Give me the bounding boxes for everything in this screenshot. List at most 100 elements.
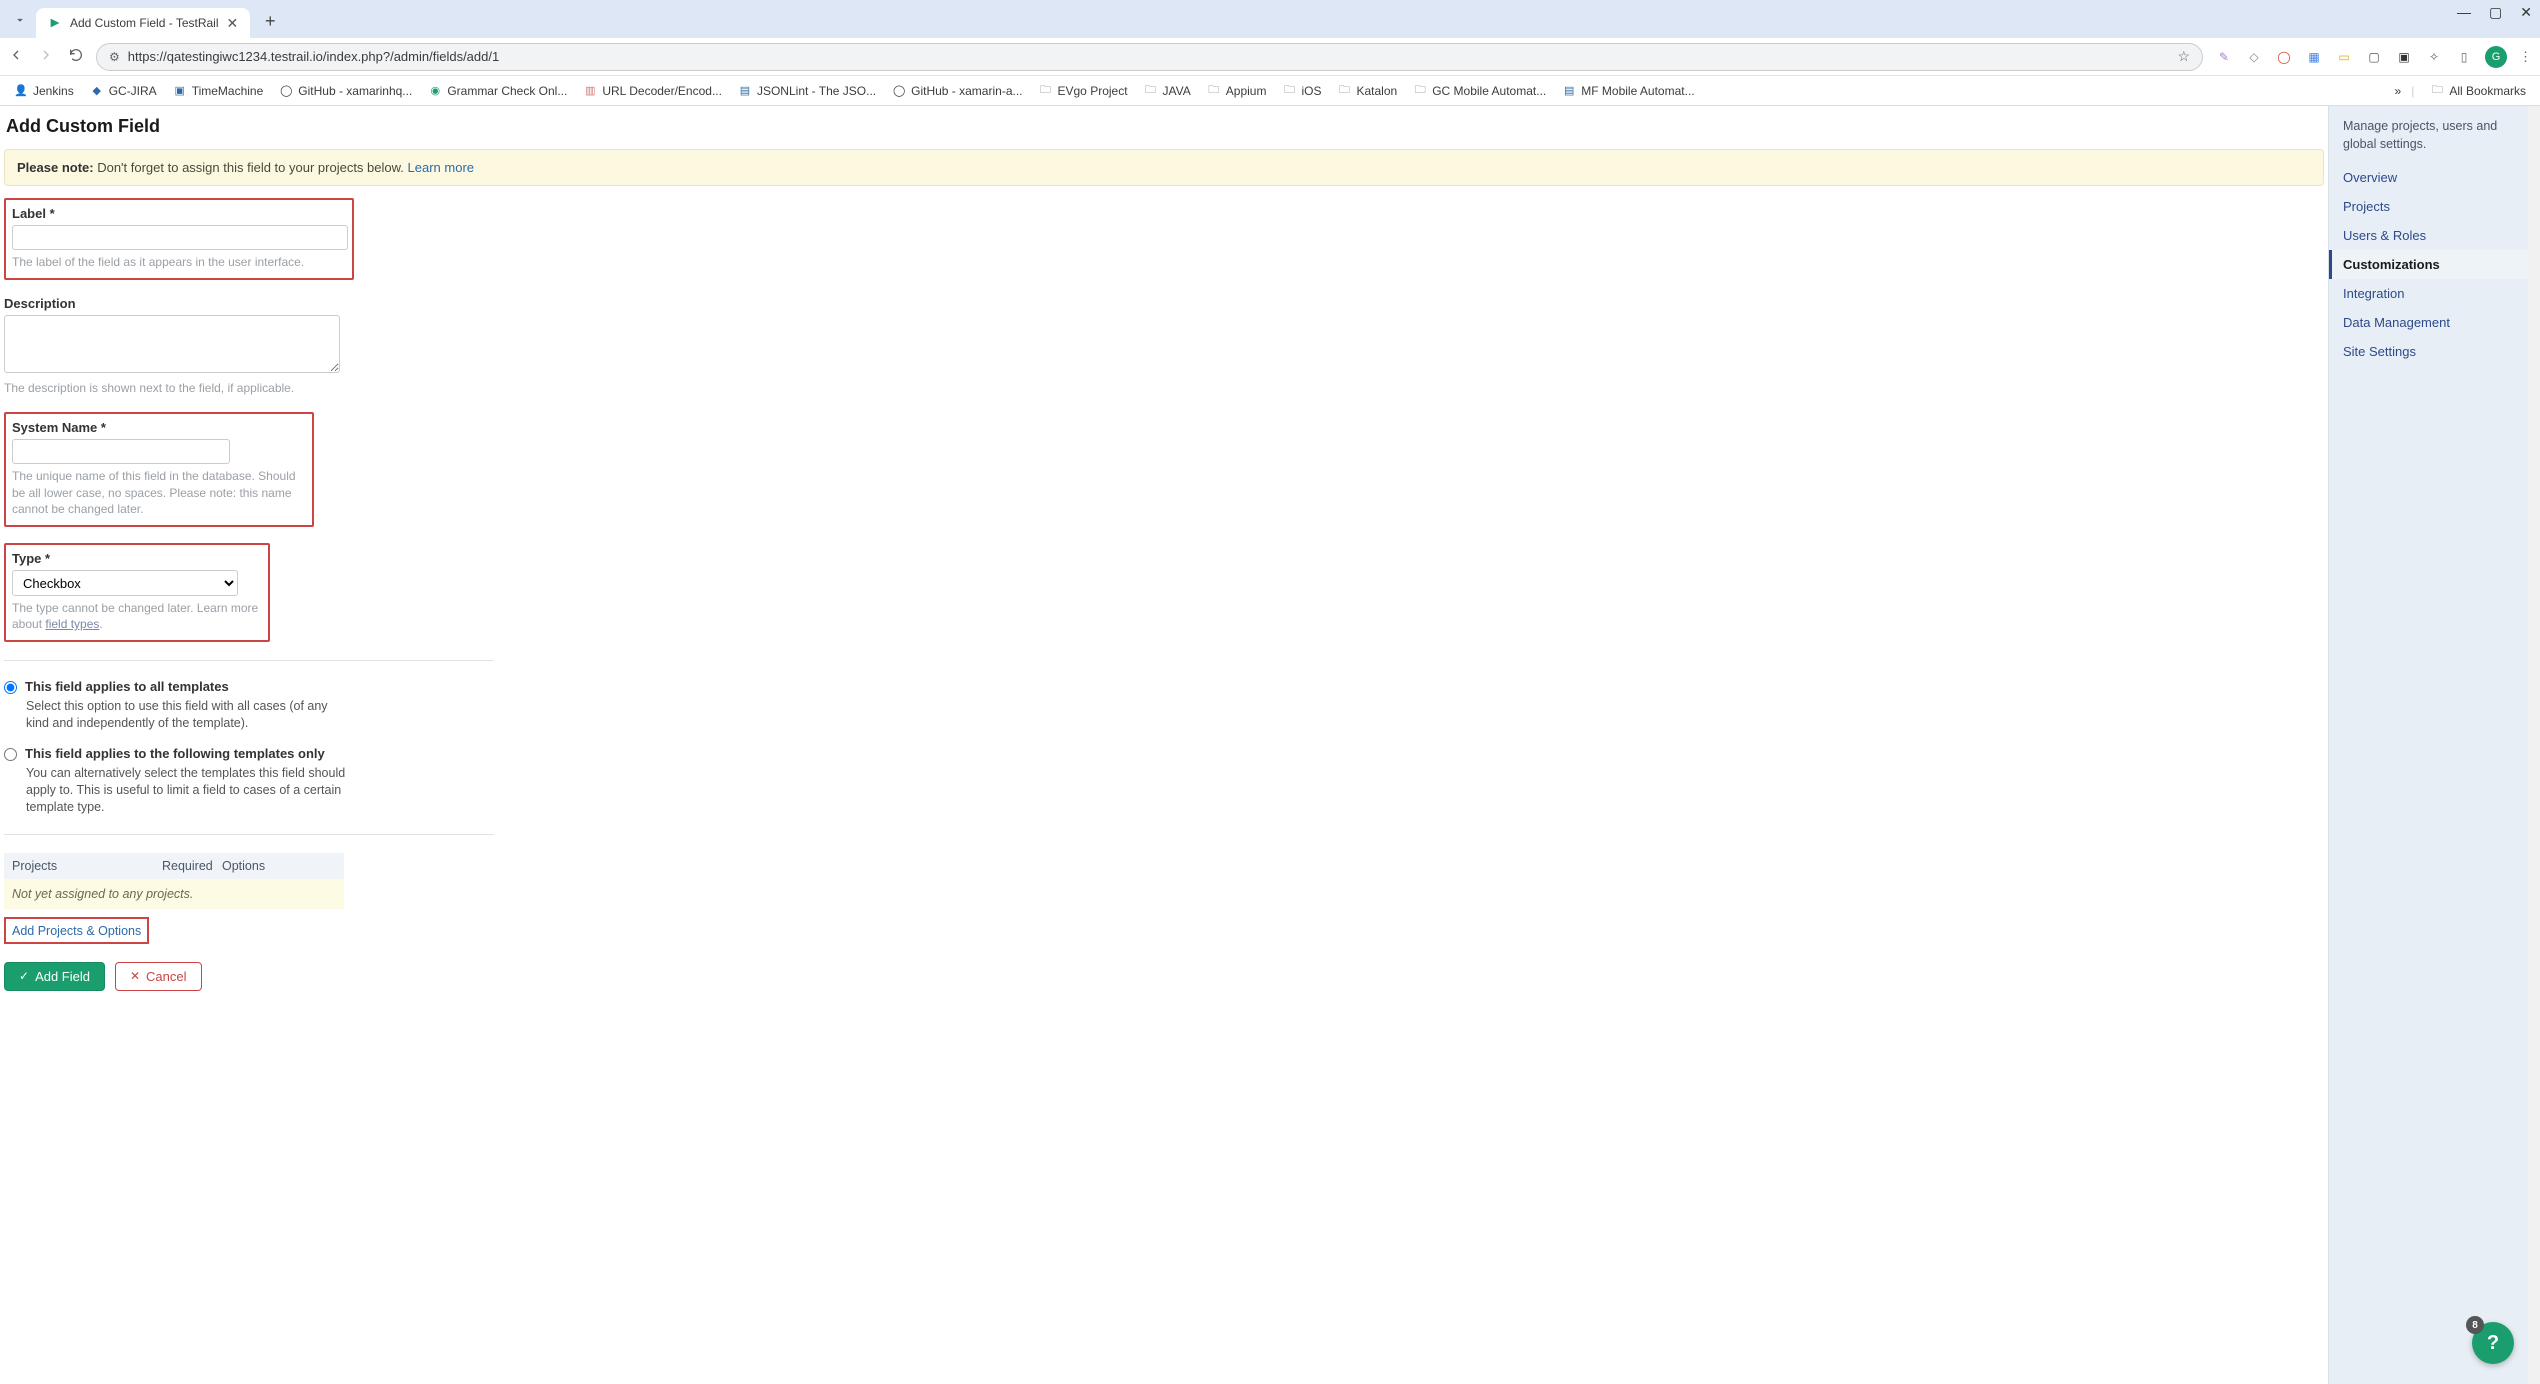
site-settings-icon[interactable]: ⚙ bbox=[109, 50, 120, 64]
all-bookmarks-button[interactable]: 🗀All Bookmarks bbox=[2424, 81, 2532, 101]
notice-text: Don't forget to assign this field to you… bbox=[94, 160, 408, 175]
radio-all-templates-desc: Select this option to use this field wit… bbox=[26, 698, 346, 732]
radio-selected-templates-label: This field applies to the following temp… bbox=[25, 746, 325, 761]
system-name-hint: The unique name of this field in the dat… bbox=[12, 468, 306, 517]
folder-icon: 🗀 bbox=[1282, 84, 1296, 98]
add-field-button[interactable]: ✓Add Field bbox=[4, 962, 105, 991]
folder-icon: 🗀 bbox=[2430, 84, 2444, 98]
bookmark-item[interactable]: 🗀JAVA bbox=[1138, 81, 1197, 101]
ext-icon[interactable]: ◇ bbox=[2245, 48, 2263, 66]
github-icon: ◯ bbox=[279, 84, 293, 98]
add-projects-highlight: Add Projects & Options bbox=[4, 917, 149, 944]
radio-all-templates-label: This field applies to all templates bbox=[25, 679, 229, 694]
col-options: Options bbox=[222, 859, 336, 873]
ext-icon[interactable]: ▦ bbox=[2305, 48, 2323, 66]
system-name-field-label: System Name * bbox=[12, 420, 306, 435]
bookmark-item[interactable]: ▥URL Decoder/Encod... bbox=[577, 81, 728, 101]
tab-title: Add Custom Field - TestRail bbox=[70, 16, 219, 30]
type-field-label: Type * bbox=[12, 551, 262, 566]
browser-tab[interactable]: Add Custom Field - TestRail ✕ bbox=[36, 8, 250, 38]
question-icon: ? bbox=[2487, 1332, 2499, 1355]
bookmark-item[interactable]: 👤Jenkins bbox=[8, 81, 80, 101]
bookmarks-bar: 👤Jenkins ◆GC-JIRA ▣TimeMachine ◯GitHub -… bbox=[0, 76, 2540, 106]
ext-icon[interactable]: ✎ bbox=[2215, 48, 2233, 66]
bookmark-item[interactable]: ◆GC-JIRA bbox=[84, 81, 163, 101]
description-field-label: Description bbox=[4, 296, 494, 311]
check-icon: ✓ bbox=[19, 969, 29, 983]
bookmark-item[interactable]: 🗀Katalon bbox=[1331, 81, 1403, 101]
chrome-menu-icon[interactable]: ⋮ bbox=[2519, 49, 2532, 65]
folder-icon: 🗀 bbox=[1039, 84, 1053, 98]
cancel-button[interactable]: ✕Cancel bbox=[115, 962, 202, 991]
window-close-icon[interactable]: ✕ bbox=[2520, 4, 2532, 21]
extensions-icon[interactable]: ✧ bbox=[2425, 48, 2443, 66]
nav-forward-icon[interactable] bbox=[38, 47, 54, 66]
side-panel-icon[interactable]: ▯ bbox=[2455, 48, 2473, 66]
bookmark-item[interactable]: ▤JSONLint - The JSO... bbox=[732, 81, 882, 101]
github-icon: ◯ bbox=[892, 84, 906, 98]
jira-icon: ◆ bbox=[90, 84, 104, 98]
ext-icon[interactable]: ▣ bbox=[2395, 48, 2413, 66]
bookmark-item[interactable]: 🗀Appium bbox=[1201, 81, 1273, 101]
projects-table: Projects Required Options Not yet assign… bbox=[4, 853, 344, 909]
bookmark-item[interactable]: 🗀iOS bbox=[1276, 81, 1327, 101]
folder-icon: 🗀 bbox=[1337, 84, 1351, 98]
radio-all-templates[interactable] bbox=[4, 681, 17, 694]
nav-reload-icon[interactable] bbox=[68, 47, 84, 66]
page-title: Add Custom Field bbox=[6, 116, 2324, 137]
bookmarks-overflow-icon[interactable]: » bbox=[2389, 84, 2408, 98]
label-field-label: Label * bbox=[12, 206, 346, 221]
field-types-link[interactable]: field types bbox=[45, 617, 99, 631]
main-content: Add Custom Field Please note: Don't forg… bbox=[0, 106, 2328, 1384]
testrail-favicon-icon bbox=[48, 16, 62, 30]
add-projects-options-link[interactable]: Add Projects & Options bbox=[12, 924, 141, 938]
url-text: https://qatestingiwc1234.testrail.io/ind… bbox=[128, 49, 2170, 64]
system-name-input[interactable] bbox=[12, 439, 230, 464]
window-maximize-icon[interactable]: ▢ bbox=[2489, 4, 2502, 21]
close-icon: ✕ bbox=[130, 969, 140, 983]
label-input[interactable] bbox=[12, 225, 348, 250]
folder-icon: 🗀 bbox=[1144, 84, 1158, 98]
projects-empty-row: Not yet assigned to any projects. bbox=[4, 879, 344, 909]
ext-icon[interactable]: ▢ bbox=[2365, 48, 2383, 66]
radio-selected-templates[interactable] bbox=[4, 748, 17, 761]
nav-back-icon[interactable] bbox=[8, 47, 24, 66]
help-fab-button[interactable]: ? 8 bbox=[2472, 1322, 2514, 1364]
description-input[interactable] bbox=[4, 315, 340, 373]
type-select[interactable]: Checkbox bbox=[12, 570, 238, 596]
ext-icon[interactable]: ◯ bbox=[2275, 48, 2293, 66]
sidebar-item-projects[interactable]: Projects bbox=[2329, 192, 2528, 221]
folder-icon: 🗀 bbox=[1207, 84, 1221, 98]
sidebar-item-data-management[interactable]: Data Management bbox=[2329, 308, 2528, 337]
nav-bar: ⚙ https://qatestingiwc1234.testrail.io/i… bbox=[0, 38, 2540, 76]
bookmark-item[interactable]: 🗀EVgo Project bbox=[1033, 81, 1134, 101]
col-required: Required bbox=[162, 859, 222, 873]
description-hint: The description is shown next to the fie… bbox=[4, 380, 494, 396]
bookmark-item[interactable]: ▤MF Mobile Automat... bbox=[1556, 81, 1700, 101]
sidebar-item-users-roles[interactable]: Users & Roles bbox=[2329, 221, 2528, 250]
type-hint: The type cannot be changed later. Learn … bbox=[12, 600, 262, 632]
bookmark-star-icon[interactable]: ☆ bbox=[2177, 48, 2190, 65]
window-minimize-icon[interactable]: ― bbox=[2457, 4, 2471, 21]
notice-bold: Please note: bbox=[17, 160, 94, 175]
bookmark-item[interactable]: ◯GitHub - xamarinhq... bbox=[273, 81, 418, 101]
url-bar[interactable]: ⚙ https://qatestingiwc1234.testrail.io/i… bbox=[96, 43, 2203, 71]
sidebar-item-integration[interactable]: Integration bbox=[2329, 279, 2528, 308]
folder-icon: 🗀 bbox=[1413, 84, 1427, 98]
bookmark-item[interactable]: ◉Grammar Check Onl... bbox=[422, 81, 573, 101]
notice-learn-more-link[interactable]: Learn more bbox=[408, 160, 474, 175]
notice-banner: Please note: Don't forget to assign this… bbox=[4, 149, 2324, 186]
ext-icon[interactable]: ▭ bbox=[2335, 48, 2353, 66]
vertical-scrollbar[interactable] bbox=[2528, 106, 2540, 1384]
help-fab-badge: 8 bbox=[2466, 1316, 2484, 1334]
bookmark-item[interactable]: ▣TimeMachine bbox=[167, 81, 270, 101]
sidebar-item-overview[interactable]: Overview bbox=[2329, 163, 2528, 192]
bookmark-item[interactable]: ◯GitHub - xamarin-a... bbox=[886, 81, 1028, 101]
bookmark-item[interactable]: 🗀GC Mobile Automat... bbox=[1407, 81, 1552, 101]
tab-close-icon[interactable]: ✕ bbox=[227, 15, 239, 32]
profile-avatar[interactable]: G bbox=[2485, 46, 2507, 68]
sidebar-item-site-settings[interactable]: Site Settings bbox=[2329, 337, 2528, 366]
tab-search-icon[interactable] bbox=[8, 8, 32, 32]
new-tab-button[interactable]: + bbox=[256, 7, 284, 35]
sidebar-item-customizations[interactable]: Customizations bbox=[2329, 250, 2528, 279]
